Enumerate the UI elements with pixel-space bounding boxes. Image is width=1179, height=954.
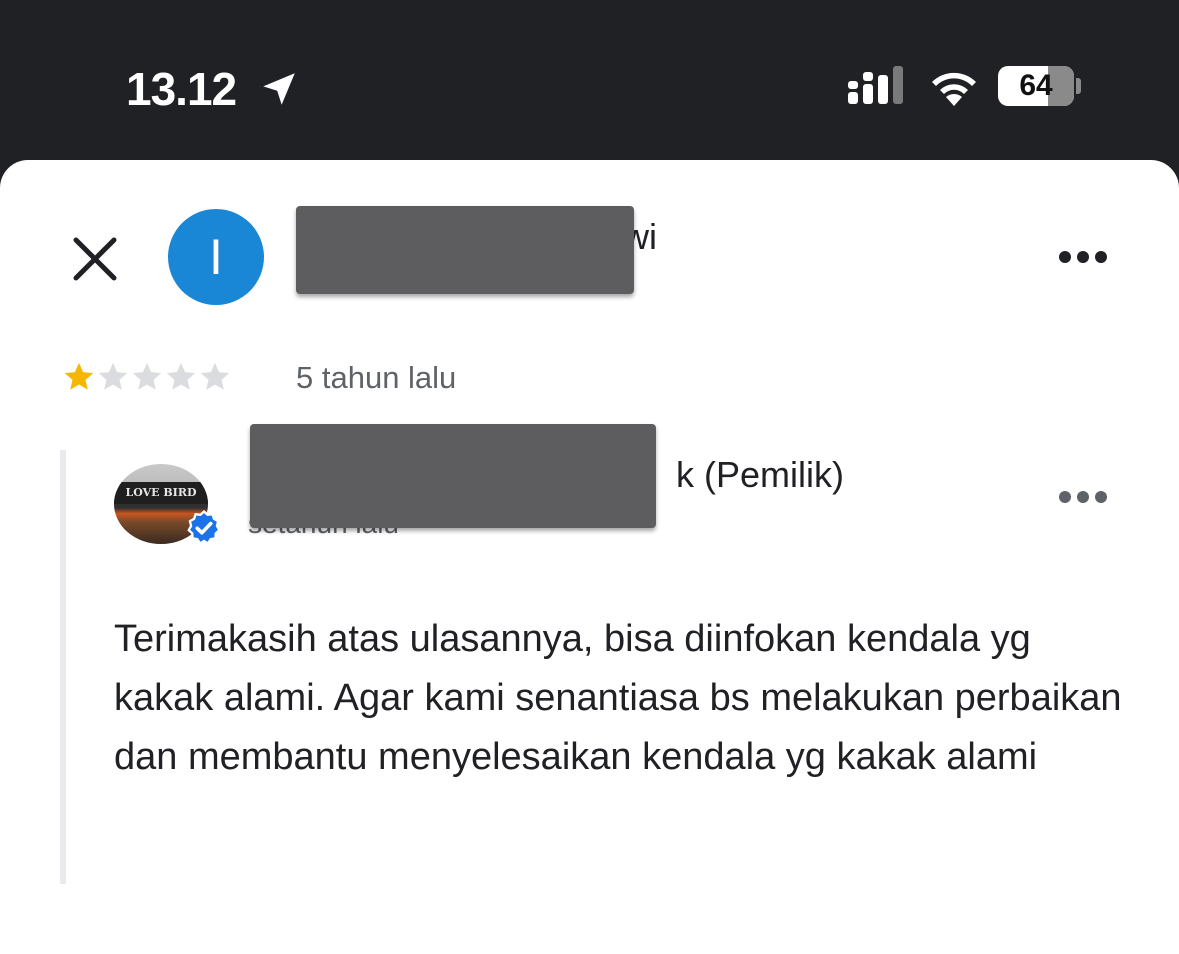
more-options-icon[interactable] [1056,248,1110,266]
reviewer-avatar[interactable]: I [168,209,264,305]
star-filled-icon [64,362,94,390]
redaction-box [296,206,634,294]
battery-indicator: 64 [998,66,1074,106]
more-options-icon[interactable] [1056,488,1110,506]
star-empty-icon [200,362,230,390]
redaction-box [250,424,656,528]
review-sheet: I wi Pandua 5 tahun lalu LOVE BIRD k (Pe… [0,160,1179,954]
star-empty-icon [166,362,196,390]
status-bar: 13.12 64 [0,0,1179,162]
reply-indent-bar [60,450,66,884]
wifi-icon [932,72,976,106]
star-empty-icon [98,362,128,390]
owner-avatar-sign: LOVE BIRD [114,482,208,504]
close-icon[interactable] [72,236,118,282]
battery-level: 64 [1019,69,1053,102]
location-arrow-icon [263,73,295,105]
review-time-ago: 5 tahun lalu [296,360,457,395]
owner-reply-text: Terimakasih atas ulasannya, bisa diinfok… [114,618,1122,778]
battery-cap [1076,78,1081,94]
cellular-signal-icon [848,66,903,104]
status-time: 13.12 [126,63,237,115]
star-empty-icon [132,362,162,390]
verified-badge-icon [187,510,221,545]
star-rating [62,360,232,400]
